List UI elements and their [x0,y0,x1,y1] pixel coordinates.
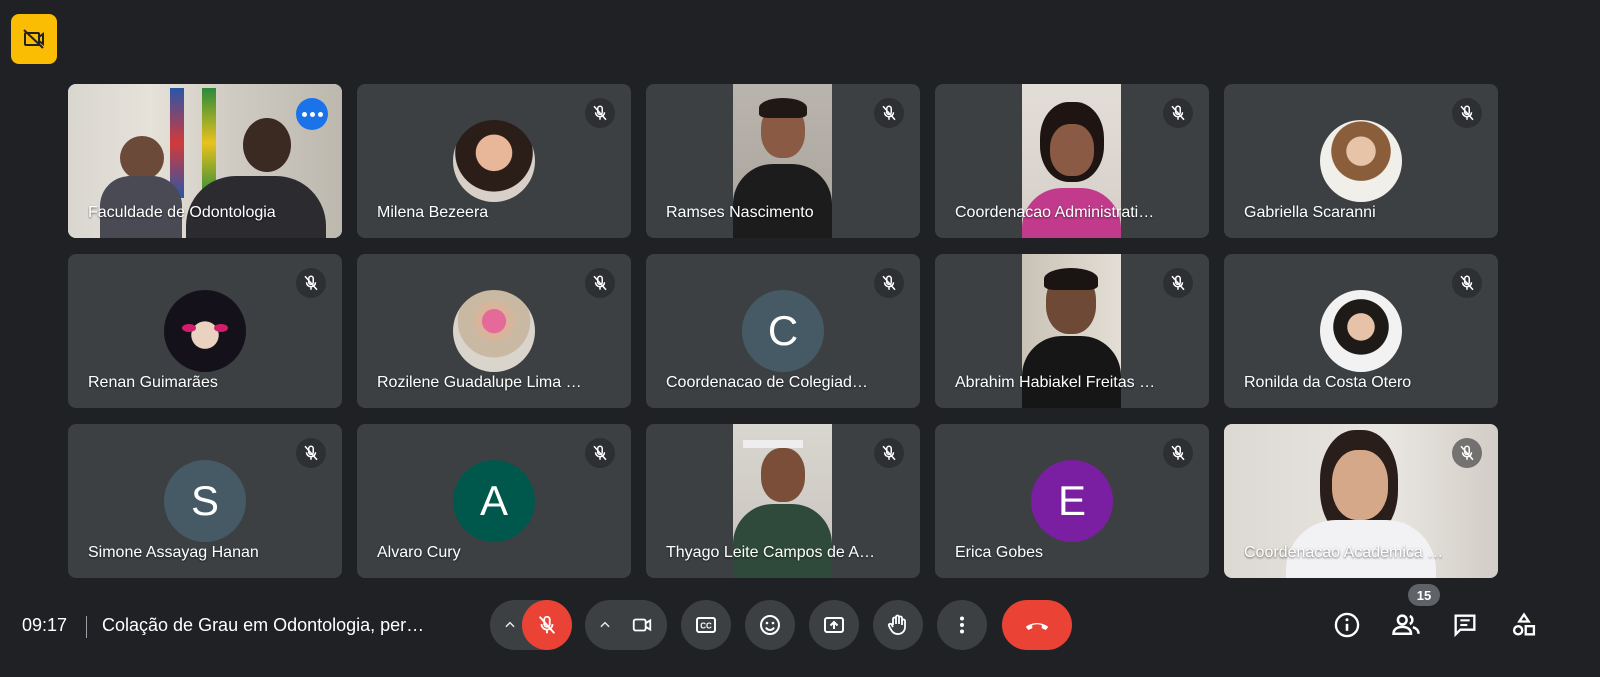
avatar [1320,120,1402,202]
participant-name: Coordenacao de Colegiad… [666,374,868,391]
more-options-button[interactable] [296,98,328,130]
mic-off-icon [1163,98,1193,128]
participant-name: Thyago Leite Campos de A… [666,544,876,561]
participant-name: Renan Guimarães [88,374,218,391]
mic-off-icon [874,438,904,468]
chat-icon [1454,614,1476,638]
avatar: S [164,460,246,542]
mic-off-icon [296,268,326,298]
more-vert-icon [960,616,964,634]
participant-grid: Faculdade de Odontologia Milena Bezeera … [68,84,1498,578]
chevron-up-icon [600,621,610,628]
meeting-time: 09:17 [22,615,68,635]
hang-up-icon [1025,623,1049,630]
avatar: C [742,290,824,372]
present-screen-button[interactable] [809,600,859,650]
participant-name: Faculdade de Odontologia [88,204,276,221]
participant-tile[interactable]: Coordenacao Academica … [1224,424,1498,578]
participant-count-badge: 15 [1408,584,1440,606]
participant-name: Gabriella Scaranni [1244,204,1376,221]
participant-tile[interactable]: Rozilene Guadalupe Lima … [357,254,631,408]
avatar [1320,290,1402,372]
participant-tile[interactable]: Coordenacao Administrati… [935,84,1209,238]
participant-tile[interactable]: Milena Bezeera [357,84,631,238]
closed-captions-icon: CC [696,617,716,633]
more-options-button[interactable] [937,600,987,650]
participant-name: Ronilda da Costa Otero [1244,374,1412,391]
raise-hand-button[interactable] [873,600,923,650]
participant-tile[interactable]: Abrahim Habiakel Freitas … [935,254,1209,408]
participant-tile[interactable]: A Alvaro Cury [357,424,631,578]
avatar [453,120,535,202]
camera-toggle-button[interactable] [617,600,667,650]
mic-off-icon [585,268,615,298]
participant-tile[interactable]: S Simone Assayag Hanan [68,424,342,578]
participant-name: Rozilene Guadalupe Lima … [377,374,582,391]
mic-off-icon [585,438,615,468]
meeting-details-button[interactable] [1330,608,1364,642]
participant-tile[interactable]: Faculdade de Odontologia [68,84,342,238]
avatar [164,290,246,372]
participant-tile[interactable]: Thyago Leite Campos de A… [646,424,920,578]
svg-text:CC: CC [700,622,712,631]
info-icon [1334,612,1360,638]
participant-name: Erica Gobes [955,544,1044,561]
participant-name: Alvaro Cury [377,544,461,561]
mic-off-icon [296,438,326,468]
participant-name: Simone Assayag Hanan [88,544,259,561]
participant-name: Milena Bezeera [377,204,489,221]
mic-off-icon [874,268,904,298]
participant-name: Ramses Nascimento [666,204,814,221]
mic-off-icon [585,98,615,128]
avatar [453,290,535,372]
participant-name: Abrahim Habiakel Freitas … [955,374,1156,391]
recording-icon [23,29,44,49]
participant-tile[interactable]: Gabriella Scaranni [1224,84,1498,238]
activities-icon [1512,612,1536,636]
mic-off-icon [1452,268,1482,298]
participant-tile[interactable]: E Erica Gobes [935,424,1209,578]
mic-off-icon [874,98,904,128]
video-camera-icon [632,618,652,632]
participant-tile[interactable]: Ronilda da Costa Otero [1224,254,1498,408]
mic-off-icon [1163,268,1193,298]
avatar: A [453,460,535,542]
divider [86,616,87,638]
chevron-up-icon [505,621,515,628]
avatar: E [1031,460,1113,542]
emoji-icon [760,615,780,635]
reactions-button[interactable] [745,600,795,650]
mic-off-icon [538,615,556,634]
participant-name: Coordenacao Administrati… [955,204,1155,221]
participant-tile[interactable]: Ramses Nascimento [646,84,920,238]
participant-tile[interactable]: C Coordenacao de Colegiad… [646,254,920,408]
participant-name: Coordenacao Academica … [1244,544,1444,561]
present-screen-icon [824,617,844,633]
people-button[interactable] [1389,608,1423,642]
participant-tile[interactable]: Renan Guimarães [68,254,342,408]
activities-button[interactable] [1507,608,1541,642]
hand-icon [887,614,906,635]
mic-off-icon [1452,98,1482,128]
control-bar: 09:17 Colação de Grau em Odontologia, pe… [0,590,1600,677]
mic-off-icon [1452,438,1482,468]
captions-button[interactable]: CC [681,600,731,650]
leave-call-button[interactable] [1002,600,1072,650]
meeting-title: Colação de Grau em Odontologia, per… [102,615,425,635]
chat-button[interactable] [1448,608,1482,642]
microphone-toggle-button[interactable] [522,600,572,650]
recording-indicator[interactable] [11,14,57,64]
mic-off-icon [1163,438,1193,468]
people-icon [1392,614,1420,635]
